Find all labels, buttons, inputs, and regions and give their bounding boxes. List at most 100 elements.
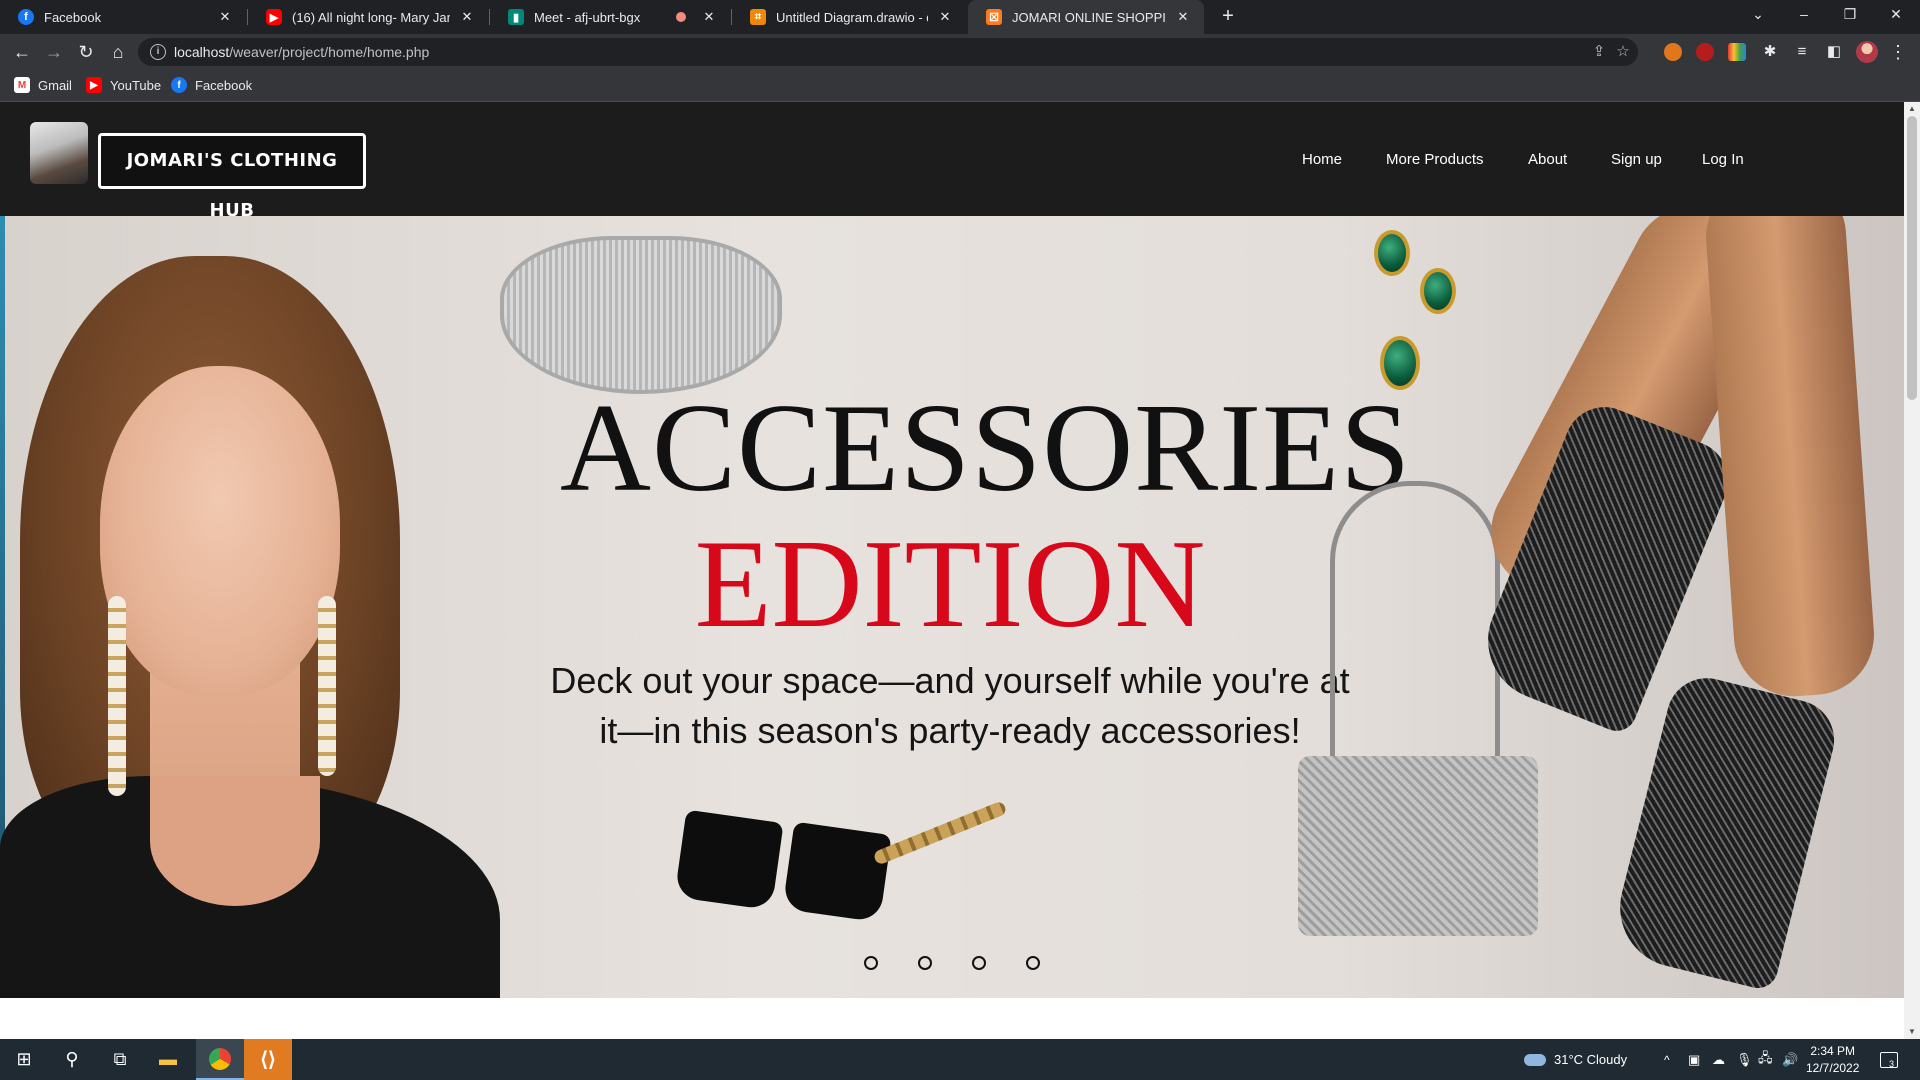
- close-icon[interactable]: ✕: [458, 9, 476, 25]
- notification-center[interactable]: 3: [1880, 1039, 1898, 1080]
- share-icon[interactable]: ⇪: [1590, 43, 1608, 61]
- close-icon[interactable]: ✕: [936, 9, 954, 25]
- minimize-button[interactable]: –: [1784, 0, 1824, 30]
- mesh-heel-image: [1607, 669, 1843, 993]
- site-header: Jomari's Clothing Hub Home More Products…: [0, 102, 1904, 221]
- carousel-dot-2[interactable]: [918, 956, 932, 970]
- menu-kebab-icon[interactable]: ⋮: [1886, 40, 1910, 64]
- windows-taskbar: ⊞ ⚲ ⧉ ▬ ⟨⟩ 31°C Cloudy ^ ▣ ☁ 🎙 🖧 🔊 2:34 …: [0, 1039, 1920, 1080]
- volume-icon[interactable]: 🔊: [1782, 1039, 1798, 1080]
- url-text: localhost/weaver/project/home/home.php: [174, 44, 429, 60]
- weather-text: 31°C Cloudy: [1554, 1052, 1628, 1067]
- side-panel-icon[interactable]: ◧: [1822, 40, 1846, 64]
- extensions-puzzle-icon[interactable]: ✱: [1758, 40, 1782, 64]
- scroll-down-arrow-icon[interactable]: ▼: [1904, 1025, 1920, 1039]
- close-icon[interactable]: ✕: [700, 9, 718, 25]
- restore-button[interactable]: ❐: [1830, 0, 1870, 30]
- nav-about[interactable]: About: [1528, 151, 1567, 168]
- sunglasses-chain: [872, 800, 1008, 866]
- bookmark-star-icon[interactable]: ☆: [1614, 43, 1632, 61]
- home-icon[interactable]: ⌂: [106, 40, 130, 64]
- microphone-icon[interactable]: 🎙: [1736, 1039, 1753, 1080]
- vscode-taskbar-icon[interactable]: ⟨⟩: [244, 1039, 292, 1080]
- cloud-icon: [1524, 1053, 1546, 1066]
- tab-title: Meet - afj-ubrt-bgx: [534, 9, 641, 25]
- rhinestone-handbag-image: [1298, 756, 1538, 936]
- youtube-icon: ▶: [266, 9, 282, 25]
- notification-icon: [1880, 1051, 1898, 1068]
- metamask-extension-icon[interactable]: [1664, 43, 1682, 61]
- page-scrollbar[interactable]: ▲ ▼: [1904, 102, 1920, 1039]
- meet-tray-icon[interactable]: ▣: [1688, 1039, 1700, 1080]
- nav-sign-up[interactable]: Sign up: [1611, 151, 1662, 168]
- bookmark-youtube[interactable]: ▶ YouTube: [86, 77, 161, 93]
- weather-widget[interactable]: 31°C Cloudy: [1524, 1039, 1627, 1080]
- carousel-dot-4[interactable]: [1026, 956, 1040, 970]
- clock-time: 2:34 PM: [1810, 1044, 1856, 1058]
- headline-accessories: ACCESSORIES: [560, 379, 1412, 518]
- tab-facebook[interactable]: f Facebook ✕: [0, 0, 246, 34]
- search-icon[interactable]: ⚲: [48, 1039, 96, 1080]
- tab-drawio[interactable]: ⌗ Untitled Diagram.drawio - diagra ✕: [732, 0, 966, 34]
- onedrive-cloud-icon[interactable]: ☁: [1712, 1039, 1725, 1080]
- model-leg-image: [1702, 216, 1878, 701]
- tagline-line-1: Deck out your space—and yourself while y…: [550, 660, 1350, 701]
- reload-icon[interactable]: ↻: [74, 40, 98, 64]
- tagline-line-2: it—in this season's party-ready accessor…: [599, 710, 1301, 751]
- file-explorer-icon[interactable]: ▬: [144, 1039, 192, 1080]
- clock-date: 12/7/2022: [1806, 1061, 1860, 1075]
- bookmark-gmail[interactable]: M Gmail: [14, 77, 72, 93]
- tab-title: JOMARI ONLINE SHOPPING: [1012, 9, 1166, 25]
- tab-meet[interactable]: ▮ Meet - afj-ubrt-bgx ✕: [490, 0, 730, 34]
- tab-jomari-online-shopping[interactable]: ☒ JOMARI ONLINE SHOPPING ✕: [968, 0, 1204, 34]
- chrome-taskbar-icon[interactable]: [196, 1039, 244, 1080]
- media-queue-icon[interactable]: ≡: [1790, 40, 1814, 64]
- xampp-icon: ☒: [986, 9, 1002, 25]
- handbag-strap-image: [1330, 481, 1500, 761]
- show-hidden-icons[interactable]: ^: [1664, 1039, 1670, 1080]
- carousel-dot-3[interactable]: [972, 956, 986, 970]
- bookmark-facebook[interactable]: f Facebook: [171, 77, 252, 93]
- site-info-icon[interactable]: i: [150, 44, 166, 60]
- drawio-icon: ⌗: [750, 9, 766, 25]
- vscode-logo-icon: ⟨⟩: [260, 1049, 276, 1071]
- carousel-dot-1[interactable]: [864, 956, 878, 970]
- close-icon[interactable]: ✕: [1174, 9, 1192, 25]
- ublock-extension-icon[interactable]: [1696, 43, 1714, 61]
- close-window-button[interactable]: ✕: [1876, 0, 1916, 30]
- facebook-icon: f: [171, 77, 187, 93]
- close-icon[interactable]: ✕: [216, 9, 234, 25]
- nav-log-in[interactable]: Log In: [1702, 151, 1744, 168]
- color-picker-extension-icon[interactable]: [1728, 43, 1746, 61]
- tab-title: Facebook: [44, 9, 102, 25]
- nav-home[interactable]: Home: [1302, 151, 1342, 168]
- nav-more-products[interactable]: More Products: [1386, 151, 1484, 168]
- sunglasses-lens: [782, 821, 892, 923]
- hero-carousel[interactable]: ACCESSORIES EDITION Deck out your space—…: [0, 216, 1904, 998]
- rhinestone-choker-image: [500, 236, 782, 394]
- profile-avatar-icon[interactable]: [1856, 41, 1878, 63]
- tab-title: (16) All night long- Mary Jane// I: [292, 9, 450, 25]
- model-face-image: [100, 366, 340, 696]
- meet-icon: ▮: [508, 9, 524, 25]
- browser-toolbar: ← → ↻ ⌂ i localhost/weaver/project/home/…: [0, 34, 1920, 70]
- scrollbar-thumb[interactable]: [1907, 116, 1917, 400]
- scroll-up-arrow-icon[interactable]: ▲: [1904, 102, 1920, 116]
- brand-logo[interactable]: Jomari's Clothing Hub: [98, 133, 366, 221]
- tab-search-icon[interactable]: ⌄: [1738, 0, 1778, 30]
- system-clock[interactable]: 2:34 PM 12/7/2022: [1806, 1043, 1859, 1077]
- task-view-icon[interactable]: ⧉: [96, 1039, 144, 1080]
- address-bar[interactable]: i localhost/weaver/project/home/home.php…: [138, 38, 1638, 66]
- pearl-earring-image: [108, 596, 126, 796]
- model-chest-image: [150, 776, 320, 906]
- back-icon[interactable]: ←: [10, 40, 34, 64]
- tab-youtube[interactable]: ▶ (16) All night long- Mary Jane// I ✕: [248, 0, 488, 34]
- emerald-earring-image: [1420, 268, 1456, 314]
- forward-icon[interactable]: →: [42, 40, 66, 64]
- start-windows-icon[interactable]: ⊞: [0, 1039, 48, 1080]
- headline-edition: EDITION: [694, 515, 1206, 654]
- new-tab-button[interactable]: +: [1216, 5, 1240, 29]
- network-icon[interactable]: 🖧: [1758, 1039, 1773, 1080]
- sunglasses-lens: [674, 809, 784, 911]
- site-logo-avatar[interactable]: [30, 122, 88, 184]
